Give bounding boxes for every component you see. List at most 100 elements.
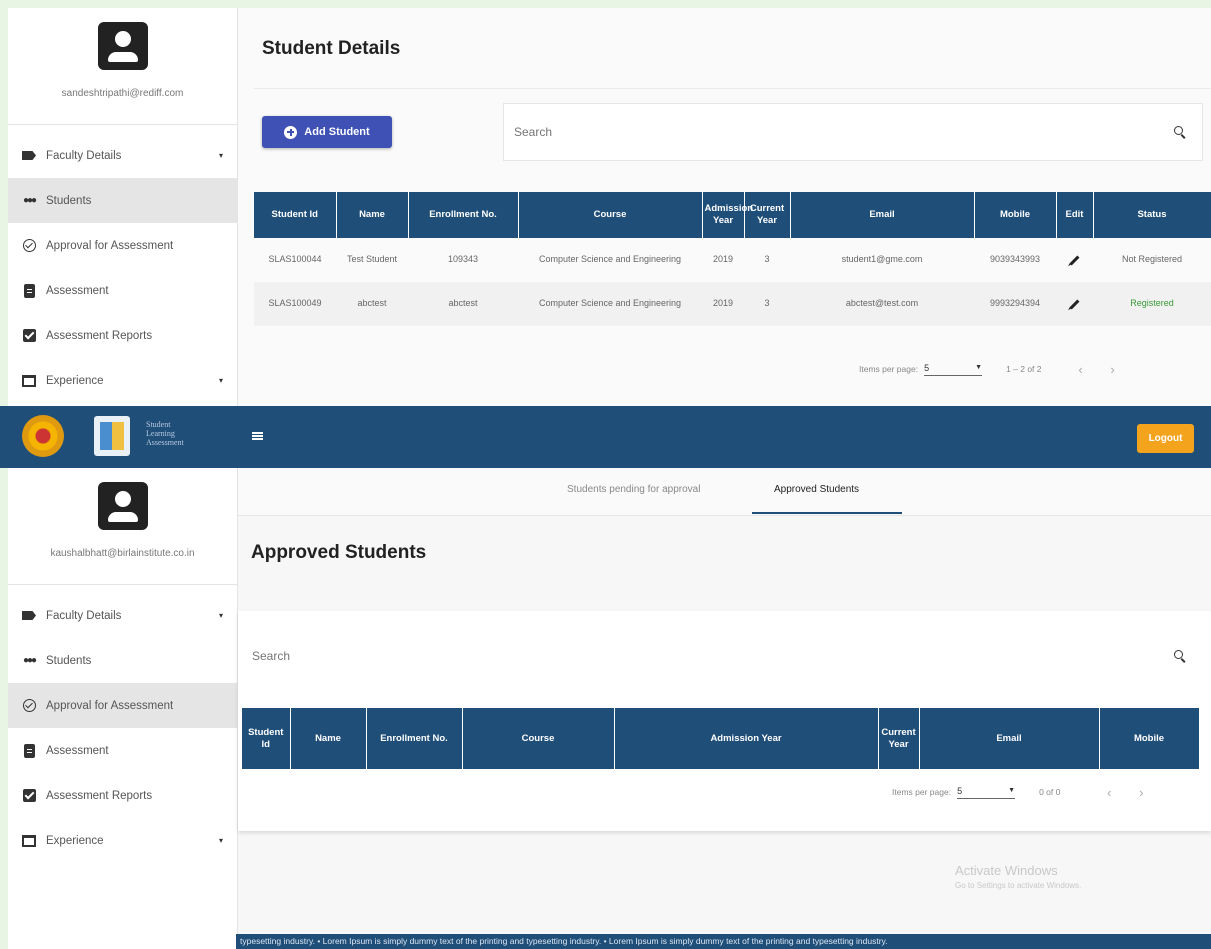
next-page-icon[interactable]: › xyxy=(1104,360,1122,378)
column-header[interactable]: Current Year xyxy=(878,708,920,769)
label-icon xyxy=(22,149,36,163)
column-header[interactable]: Course xyxy=(518,192,703,238)
column-header[interactable]: Mobile xyxy=(974,192,1057,238)
column-header[interactable]: Student Id xyxy=(254,192,337,238)
sidebar-item-assessment-reports[interactable]: Assessment Reports xyxy=(8,773,237,818)
column-header[interactable]: Name xyxy=(336,192,409,238)
cell-current-year: 3 xyxy=(744,282,790,326)
page-title: Student Details xyxy=(262,38,401,59)
previous-page-icon[interactable]: ‹ xyxy=(1100,783,1118,801)
avatar-icon xyxy=(97,482,148,530)
page-title: Approved Students xyxy=(251,542,427,563)
sidebar-item-assessment-reports[interactable]: Assessment Reports xyxy=(8,313,237,358)
profile: kaushalbhatt@birlainstitute.co.in xyxy=(8,468,237,584)
cell-name: Test Student xyxy=(346,254,398,265)
previous-page-icon[interactable]: ‹ xyxy=(1072,360,1090,378)
sidebar-item-students[interactable]: ●●● Students xyxy=(8,178,237,223)
chevron-down-icon: ▾ xyxy=(218,836,223,845)
cell-admission-year: 2019 xyxy=(702,282,744,326)
tabs-bar: Students pending for approval Approved S… xyxy=(238,468,1211,516)
column-header: Edit xyxy=(1056,192,1094,238)
column-header[interactable]: Enrollment No. xyxy=(408,192,519,238)
cell-admission-year: 2019 xyxy=(712,254,734,265)
sidebar-item-students[interactable]: ●●● Students xyxy=(8,638,237,683)
edit-pencil-icon[interactable] xyxy=(1069,299,1080,310)
divider xyxy=(254,88,1211,89)
approved-students-panel: kaushalbhatt@birlainstitute.co.in Facult… xyxy=(8,468,1211,949)
cell-edit xyxy=(1056,238,1093,282)
sla-logo-icon xyxy=(94,416,130,456)
sidebar-item-label: Assessment Reports xyxy=(46,789,153,802)
column-header[interactable]: Email xyxy=(919,708,1100,769)
sidebar-item-assessment[interactable]: Assessment xyxy=(8,728,237,773)
page-range: 1 – 2 of 2 xyxy=(1006,364,1042,374)
column-header[interactable]: Name xyxy=(290,708,367,769)
table-row: SLAS100044 Test Student 109343 Computer … xyxy=(254,238,1211,282)
sidebar-item-label: Experience xyxy=(46,834,104,847)
logout-button[interactable]: Logout xyxy=(1137,424,1194,453)
column-header[interactable]: Admission Year xyxy=(614,708,879,769)
column-header[interactable]: Mobile xyxy=(1099,708,1200,769)
label-icon xyxy=(22,609,36,623)
sidebar-item-approval-for-assessment[interactable]: Approval for Assessment xyxy=(8,683,237,728)
next-page-icon[interactable]: › xyxy=(1132,783,1150,801)
cell-mobile: 9039343993 xyxy=(989,254,1041,265)
cell-student-id: SLAS100044 xyxy=(268,254,322,265)
items-per-page-label: Items per page: xyxy=(892,787,952,797)
search-icon[interactable] xyxy=(1172,124,1188,140)
search-input[interactable] xyxy=(252,649,1172,663)
page-size-select[interactable]: 5 ▼ xyxy=(957,786,1016,799)
avatar-icon xyxy=(97,22,148,70)
sidebar-item-label: Approval for Assessment xyxy=(46,699,174,712)
navbar: Student Learning Assessment Logout xyxy=(0,406,1211,468)
column-header[interactable]: Current Year xyxy=(744,192,791,238)
watermark-title: Activate Windows xyxy=(955,863,1058,878)
chevron-down-icon: ▾ xyxy=(218,376,223,385)
add-student-button[interactable]: Add Student xyxy=(262,116,392,148)
people-icon: ●●● xyxy=(22,655,37,666)
search-icon[interactable] xyxy=(1172,648,1188,664)
column-header[interactable]: Status xyxy=(1093,192,1211,238)
institute-emblem-icon xyxy=(22,415,64,457)
logo-text: Student Learning Assessment xyxy=(146,420,184,448)
page-range: 0 of 0 xyxy=(1039,787,1061,797)
sidebar: kaushalbhatt@birlainstitute.co.in Facult… xyxy=(8,468,238,949)
search-box xyxy=(242,629,1202,683)
table-header-row: Student Id Name Enrollment No. Course Ad… xyxy=(242,708,1200,769)
approved-students-card: Student Id Name Enrollment No. Course Ad… xyxy=(238,611,1211,831)
checkbox-icon xyxy=(22,789,36,803)
checkbox-icon xyxy=(22,329,36,343)
column-header[interactable]: Admission Year xyxy=(702,192,753,238)
edit-pencil-icon[interactable] xyxy=(1069,255,1080,266)
paginator: Items per page: 5 ▼ 0 of 0 ‹ › xyxy=(892,783,1150,801)
sidebar-menu: Faculty Details ▾ ●●● Students Approval … xyxy=(8,124,237,403)
book-icon xyxy=(22,834,36,848)
windows-activation-watermark: Activate Windows Go to Settings to activ… xyxy=(955,863,1081,890)
page-size-select[interactable]: 5 ▼ xyxy=(924,363,983,376)
cell-enrollment: 109343 xyxy=(447,254,479,265)
hamburger-menu-icon[interactable] xyxy=(252,432,263,440)
tab-approved-students[interactable]: Approved Students xyxy=(774,484,859,495)
tab-students-pending[interactable]: Students pending for approval xyxy=(567,484,700,495)
profile-email: sandeshtripathi@rediff.com xyxy=(61,88,184,99)
search-input[interactable] xyxy=(514,125,1172,139)
cell-course: Computer Science and Engineering xyxy=(518,282,702,326)
chevron-down-icon: ▾ xyxy=(218,151,223,160)
sidebar-item-faculty-details[interactable]: Faculty Details ▾ xyxy=(8,593,237,638)
sidebar-item-approval-for-assessment[interactable]: Approval for Assessment xyxy=(8,223,237,268)
column-header[interactable]: Enrollment No. xyxy=(366,708,463,769)
cell-student-id: SLAS100049 xyxy=(254,282,336,326)
sidebar-item-assessment[interactable]: Assessment xyxy=(8,268,237,313)
search-box xyxy=(503,103,1203,161)
student-details-panel: sandeshtripathi@rediff.com Faculty Detai… xyxy=(8,8,1211,406)
sidebar-item-experience[interactable]: Experience ▾ xyxy=(8,818,237,863)
sidebar-item-faculty-details[interactable]: Faculty Details ▾ xyxy=(8,133,237,178)
logo-line: Learning xyxy=(146,429,175,439)
logo-line: Student xyxy=(146,420,171,429)
column-header[interactable]: Course xyxy=(462,708,615,769)
column-header[interactable]: Student Id xyxy=(242,708,291,769)
approved-students-table: Student Id Name Enrollment No. Course Ad… xyxy=(242,708,1200,769)
sidebar-item-experience[interactable]: Experience ▾ xyxy=(8,358,237,403)
column-header[interactable]: Email xyxy=(790,192,975,238)
sidebar-item-label: Assessment xyxy=(46,284,109,297)
